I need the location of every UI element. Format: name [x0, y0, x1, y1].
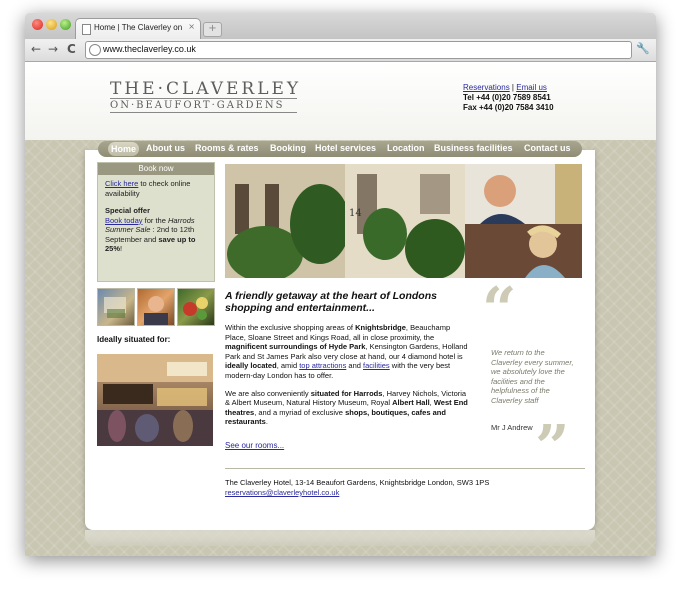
- contact-block: Reservations | Email us Tel +44 (0)20 75…: [463, 83, 554, 113]
- hero-banner: 14: [225, 164, 582, 278]
- telephone-number: Tel +44 (0)20 7589 8541: [463, 93, 551, 102]
- url-text[interactable]: www.theclaverley.co.uk: [103, 44, 196, 54]
- harrods-photo: [97, 354, 213, 446]
- testimonial-text: We return to the Claverley every summer,…: [491, 348, 574, 405]
- article-paragraph-2: We are also conveniently situated for Ha…: [225, 389, 470, 427]
- article-heading: A friendly getaway at the heart of Londo…: [225, 290, 437, 314]
- main-navigation: Home About us Rooms & rates Booking Hote…: [98, 141, 582, 157]
- hero-collage-image: 14: [225, 164, 582, 278]
- logo-subtitle[interactable]: ON·BEAUFORT·GARDENS: [110, 100, 284, 111]
- p2-albert-hall: Albert Hall: [392, 398, 430, 408]
- p1-knightsbridge: Knightsbridge: [355, 323, 406, 332]
- p1-text-a: Within the exclusive shopping areas of: [225, 323, 356, 332]
- logo-underline: [110, 112, 297, 113]
- see-our-rooms-link[interactable]: See our rooms...: [225, 441, 284, 450]
- reload-icon[interactable]: C: [67, 42, 76, 56]
- close-quote-icon: ”: [535, 413, 570, 483]
- article-paragraph-1: Within the exclusive shopping areas of K…: [225, 323, 470, 381]
- new-tab-button[interactable]: +: [203, 22, 222, 37]
- click-here-link[interactable]: Click here: [105, 179, 138, 188]
- nav-item-contact-us[interactable]: Contact us: [524, 143, 571, 153]
- guest-photo-image: [144, 296, 168, 325]
- thumbnail-breakfast-photo[interactable]: [177, 288, 215, 326]
- close-tab-icon[interactable]: ×: [188, 22, 195, 31]
- footer-address: The Claverley Hotel, 13-14 Beaufort Gard…: [225, 478, 490, 487]
- special-offer-heading: Special offer: [105, 206, 151, 215]
- top-attractions-link[interactable]: top attractions: [299, 361, 346, 370]
- logo-divider: [110, 98, 297, 99]
- minimize-window-button[interactable]: [46, 19, 57, 30]
- p1-text-g: , amid: [276, 361, 300, 371]
- reservations-link[interactable]: Reservations: [463, 83, 510, 92]
- wrench-icon[interactable]: 🔧: [636, 42, 650, 55]
- intro-article: A friendly getaway at the heart of Londo…: [225, 290, 470, 453]
- address-bar[interactable]: www.theclaverley.co.uk: [85, 41, 632, 59]
- breakfast-photo-image: [183, 297, 208, 320]
- content-bottom-shadow: [85, 530, 595, 546]
- nav-item-business-facilities[interactable]: Business facilities: [434, 143, 513, 153]
- room-photo-image: [104, 297, 126, 318]
- zoom-window-button[interactable]: [60, 19, 71, 30]
- nav-item-home[interactable]: Home: [108, 142, 140, 156]
- back-arrow-icon[interactable]: ←: [31, 42, 41, 56]
- page-viewport: THE·CLAVERLEY ON·BEAUFORT·GARDENS Reserv…: [25, 62, 656, 556]
- p2-harrods: situated for Harrods: [310, 388, 383, 398]
- nav-item-about-us[interactable]: About us: [146, 143, 185, 153]
- footer-email-link[interactable]: reservations@claverleyhotel.co.uk: [225, 488, 339, 497]
- nav-item-booking[interactable]: Booking: [270, 143, 306, 153]
- open-quote-icon: “: [482, 275, 517, 345]
- site-header: THE·CLAVERLEY ON·BEAUFORT·GARDENS Reserv…: [25, 62, 656, 140]
- p2-text-a: We are also conveniently: [225, 388, 311, 398]
- forward-arrow-icon[interactable]: →: [48, 42, 58, 56]
- tab-bar: Home | The Claverley on Beaufort Gardens…: [25, 13, 656, 40]
- tab-title: Home | The Claverley on Beaufort Gardens: [94, 23, 182, 32]
- email-us-link[interactable]: Email us: [516, 83, 547, 92]
- p1-ideally-located: ideally located: [225, 361, 277, 371]
- p2-text-g: , and a myriad of exclusive: [254, 407, 346, 417]
- book-now-body: Click here to check online availability …: [98, 175, 214, 258]
- testimonial-author: Mr J Andrew: [491, 423, 533, 432]
- main-content-panel: Book now Click here to check online avai…: [85, 150, 595, 530]
- close-window-button[interactable]: [32, 19, 43, 30]
- nav-item-location[interactable]: Location: [387, 143, 425, 153]
- p1-text-h: and: [346, 361, 363, 371]
- offer-end: !: [120, 244, 123, 253]
- thumbnail-room-photo[interactable]: [97, 288, 135, 326]
- document-icon: [82, 24, 91, 35]
- browser-window: Home | The Claverley on Beaufort Gardens…: [25, 13, 656, 556]
- p1-hyde-park: magnificent surroundings of Hyde Park: [225, 342, 366, 352]
- book-now-title: Book now: [98, 163, 214, 175]
- browser-toolbar: ← → C www.theclaverley.co.uk 🔧: [25, 39, 656, 62]
- nav-item-hotel-services[interactable]: Hotel services: [315, 143, 376, 153]
- logo-title[interactable]: THE·CLAVERLEY: [110, 79, 301, 99]
- footer: The Claverley Hotel, 13-14 Beaufort Gard…: [225, 478, 489, 498]
- p2-text-i: .: [265, 417, 268, 427]
- book-today-link[interactable]: Book today: [105, 216, 143, 225]
- book-now-box: Book now Click here to check online avai…: [97, 162, 215, 282]
- house-number: 14: [349, 208, 362, 219]
- footer-divider: [225, 468, 585, 469]
- facilities-link[interactable]: facilities: [363, 361, 390, 370]
- nav-item-rooms-rates[interactable]: Rooms & rates: [195, 143, 259, 153]
- thumbnail-guest-photo[interactable]: [137, 288, 175, 326]
- browser-tab-home[interactable]: Home | The Claverley on Beaufort Gardens…: [75, 18, 201, 40]
- harrods-street-image: [97, 354, 213, 446]
- fax-number: Fax +44 (0)20 7584 3410: [463, 103, 554, 112]
- ideally-situated-label: Ideally situated for:: [97, 335, 171, 344]
- globe-icon: [89, 44, 101, 56]
- offer-text: for the: [142, 215, 168, 225]
- separator: |: [511, 83, 514, 92]
